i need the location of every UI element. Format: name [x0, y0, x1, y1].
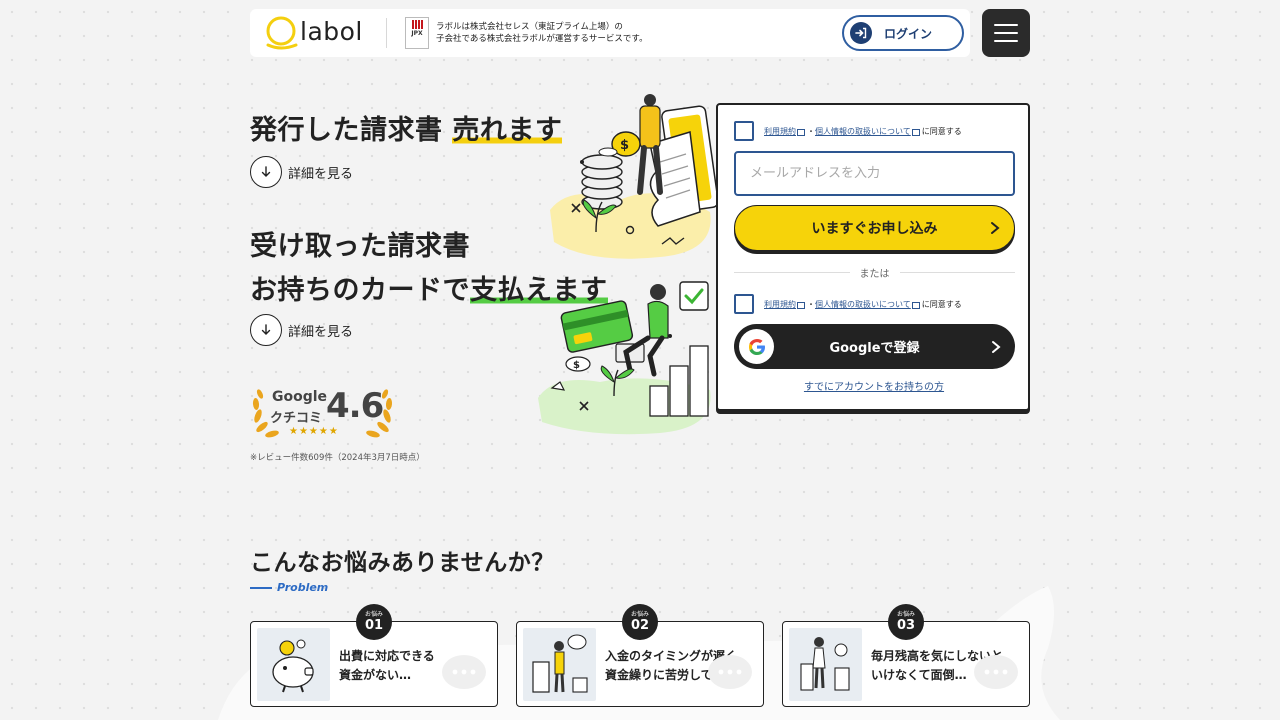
speech-bubble-icon — [442, 655, 486, 689]
hero-headline-1: 発行した請求書 売れます — [250, 108, 563, 147]
agree-separator: ・ — [807, 126, 815, 136]
detail-label-1: 詳細を見る — [288, 166, 354, 182]
agree-checkbox-google[interactable] — [734, 294, 754, 314]
google-rating-badge: Google クチコミ 4.6 ★★★★★ — [250, 386, 395, 442]
headline2-plain: お持ちのカードで — [250, 275, 470, 306]
svg-text:$: $ — [620, 138, 629, 153]
agree-separator: ・ — [807, 299, 815, 309]
hamburger-menu-button[interactable] — [982, 9, 1030, 57]
rating-score: 4.6 — [326, 386, 384, 426]
terms-link[interactable]: 利用規約 — [764, 126, 796, 137]
problem-subtitle-label: Problem — [277, 581, 329, 594]
agree-text: 利用規約 ・ 個人情報の取扱いについて に同意する — [764, 299, 962, 310]
badge-number: 03 — [896, 618, 916, 633]
privacy-link[interactable]: 個人情報の取扱いについて — [815, 126, 911, 137]
google-signup-label: Googleで登録 — [829, 341, 920, 356]
problem-section-subtitle: Problem — [250, 581, 328, 594]
chevron-right-icon — [992, 340, 1001, 353]
google-signup-button[interactable]: Googleで登録 — [734, 324, 1015, 369]
company-note: ラボルは株式会社セレス（東証プライム上場）の 子会社である株式会社ラボルが運営す… — [436, 21, 696, 45]
hero-headline-2-line1: 受け取った請求書 — [250, 231, 470, 262]
arrow-down-icon — [250, 156, 282, 188]
problem-badge-1: お悩み 01 — [356, 604, 392, 640]
privacy-link[interactable]: 個人情報の取扱いについて — [815, 299, 911, 310]
external-link-icon — [797, 128, 805, 136]
terms-link[interactable]: 利用規約 — [764, 299, 796, 310]
detail-link-1[interactable]: 詳細を見る — [250, 156, 353, 188]
external-link-icon — [911, 301, 920, 309]
chevron-right-icon — [991, 222, 1000, 234]
speech-bubble-icon — [974, 655, 1018, 689]
header-divider — [386, 18, 387, 48]
logo-text: labol — [300, 17, 363, 46]
problem-badge-2: お悩み 02 — [622, 604, 658, 640]
google-g-icon — [739, 329, 774, 364]
existing-account-link[interactable]: すでにアカウントをお持ちの方 — [718, 378, 1030, 393]
agree-text: 利用規約 ・ 個人情報の取扱いについて に同意する — [764, 126, 962, 137]
problem-section-title: こんなお悩みありませんか？ — [250, 550, 555, 576]
apply-now-label: いますぐお申し込み — [811, 221, 938, 237]
jpx-logo: JPX — [405, 17, 429, 49]
email-input[interactable] — [734, 151, 1015, 196]
or-divider: または — [734, 265, 1015, 280]
external-link-icon — [797, 301, 805, 309]
agree-suffix: に同意する — [921, 126, 962, 136]
badge-top-label: お悩み — [364, 611, 383, 618]
badge-top-label: お悩み — [896, 611, 915, 618]
review-count-note: ※レビュー件数609件（2024年3月7日時点） — [250, 453, 425, 463]
site-header: labol JPX ラボルは株式会社セレス（東証プライム上場）の 子会社である株… — [250, 9, 970, 57]
agree-row-email: 利用規約 ・ 個人情報の取扱いについて に同意する — [734, 121, 962, 141]
rating-kuchikomi-label: クチコミ — [270, 411, 323, 426]
detail-link-2[interactable]: 詳細を見る — [250, 314, 353, 346]
detail-label-2: 詳細を見る — [288, 324, 354, 340]
svg-text:$: $ — [573, 360, 580, 371]
external-link-icon — [911, 128, 920, 136]
rating-stars-icon: ★★★★★ — [289, 426, 339, 437]
signup-card: 利用規約 ・ 個人情報の取扱いについて に同意する いますぐお申し込み または … — [716, 103, 1030, 411]
invoice-sale-illustration: $ — [550, 94, 716, 259]
or-label: または — [859, 269, 890, 280]
agree-row-google: 利用規約 ・ 個人情報の取扱いについて に同意する — [734, 294, 962, 314]
login-label: ログイン — [884, 26, 933, 41]
labol-logo[interactable]: labol — [264, 15, 374, 51]
agree-suffix: に同意する — [921, 299, 962, 309]
problem-badge-3: お悩み 03 — [888, 604, 924, 640]
headline1-plain: 発行した請求書 — [250, 115, 453, 146]
waiting-person-illustration — [523, 628, 596, 701]
company-note-line1: ラボルは株式会社セレス（東証プライム上場）の — [436, 22, 623, 32]
arrow-down-icon — [250, 314, 282, 346]
badge-number: 02 — [630, 618, 650, 633]
login-icon — [850, 22, 872, 44]
card-payment-illustration: $ — [538, 281, 711, 435]
login-button[interactable]: ログイン — [842, 15, 964, 51]
agree-checkbox-email[interactable] — [734, 121, 754, 141]
jpx-label: JPX — [411, 30, 423, 37]
badge-top-label: お悩み — [630, 611, 649, 618]
balance-worry-illustration — [789, 628, 862, 701]
badge-number: 01 — [364, 618, 384, 633]
rating-google-label: Google — [272, 389, 328, 405]
apply-now-button[interactable]: いますぐお申し込み — [734, 205, 1015, 251]
piggy-bank-illustration — [257, 628, 330, 701]
company-note-line2: 子会社である株式会社ラボルが運営するサービスです。 — [436, 34, 648, 44]
logo-mark-icon — [266, 16, 298, 50]
speech-bubble-icon — [708, 655, 752, 689]
